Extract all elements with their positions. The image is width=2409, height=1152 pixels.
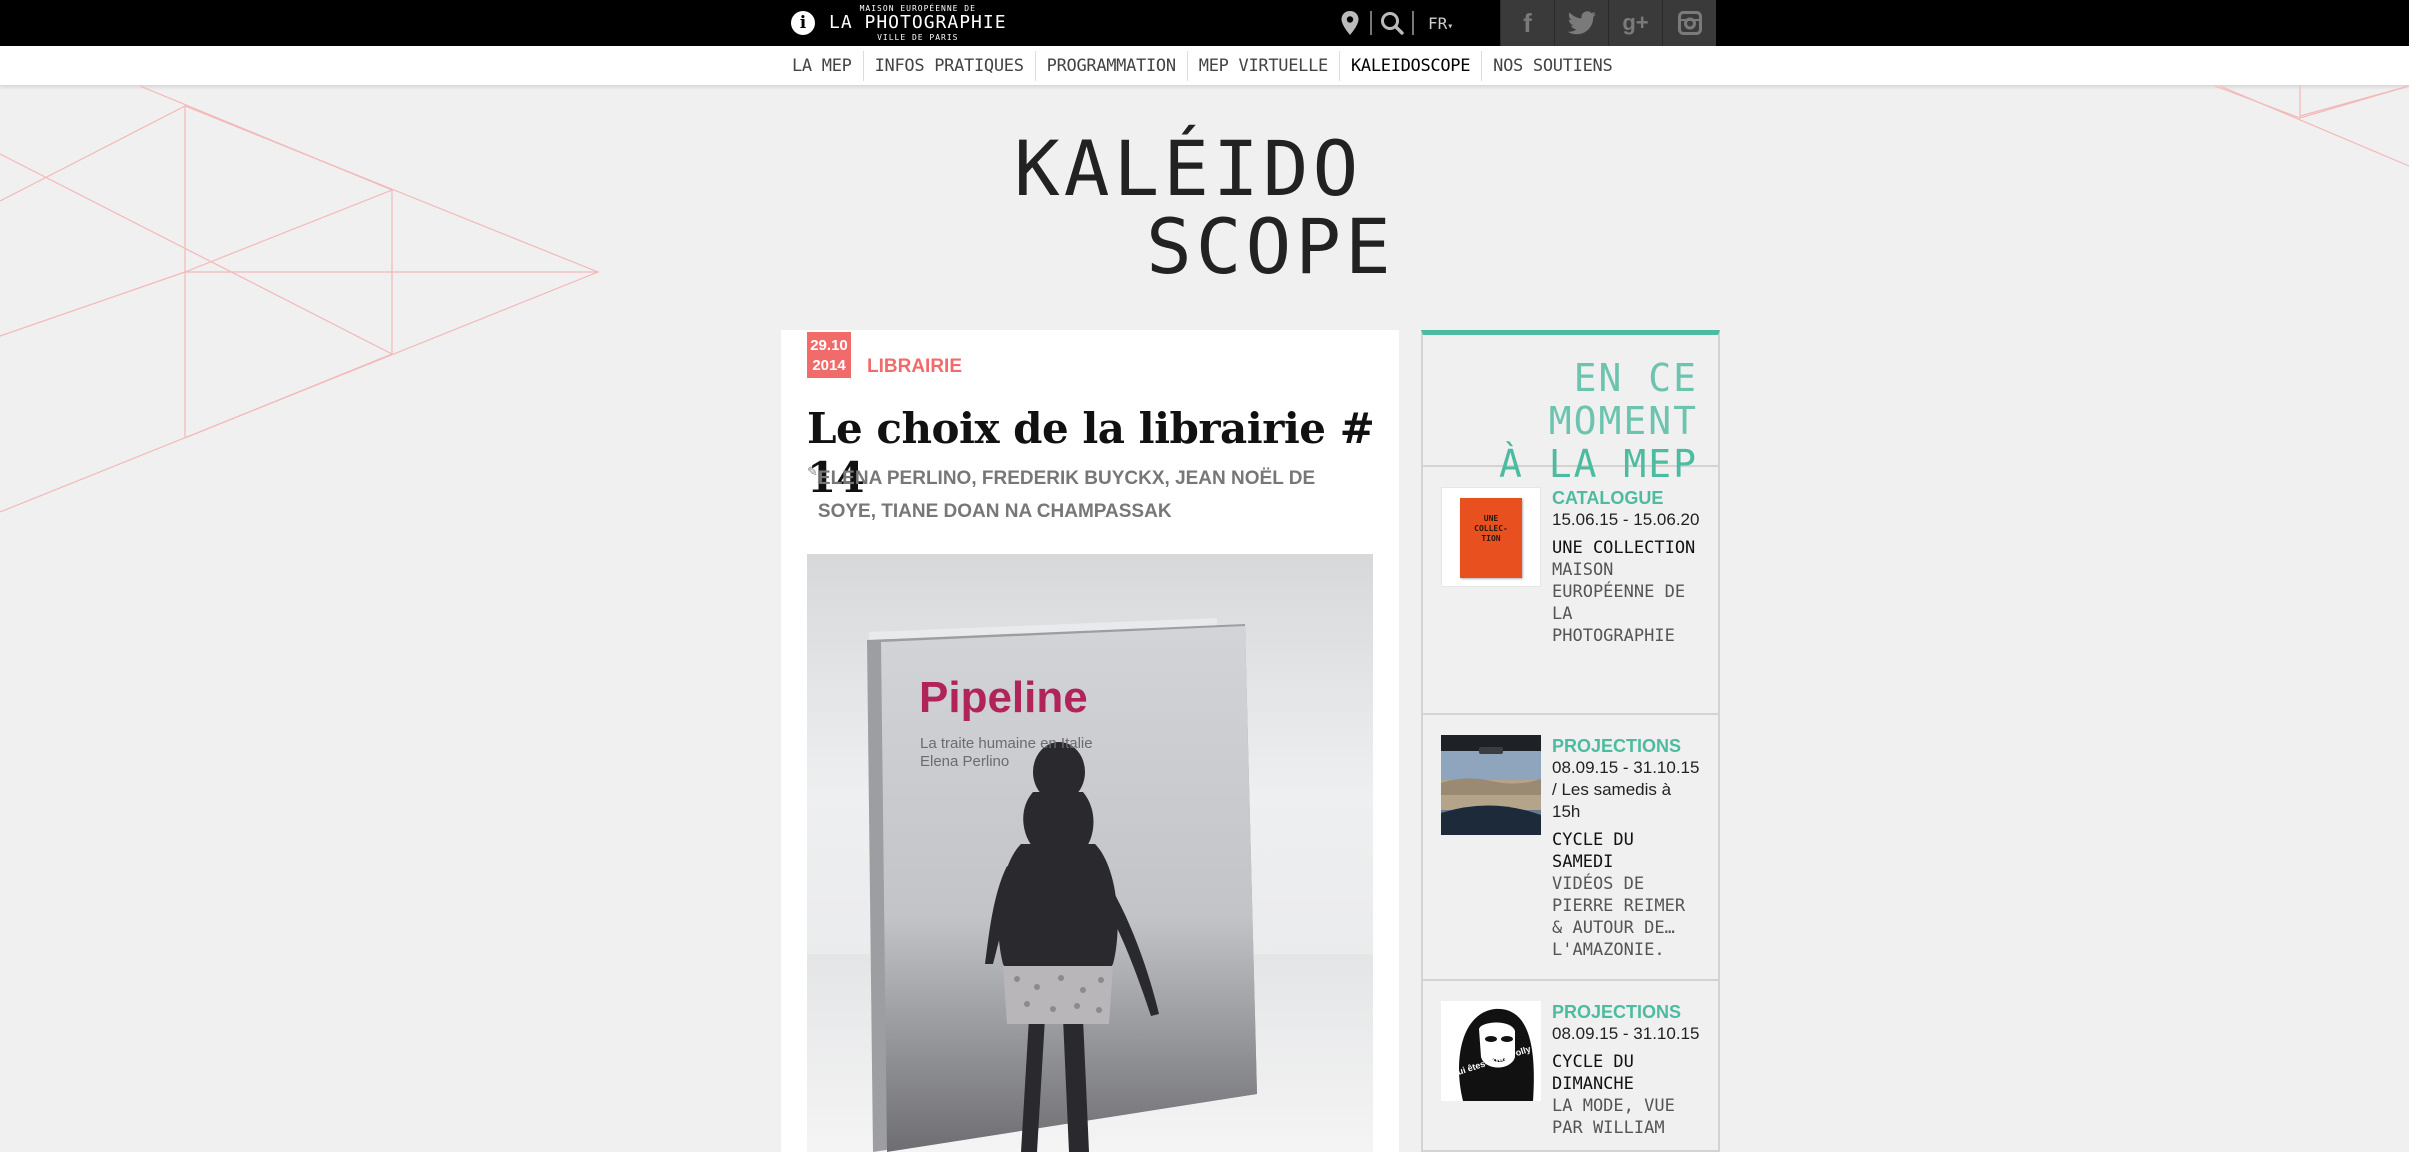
item-title[interactable]: UNE COLLECTION <box>1552 537 1702 559</box>
road-photo <box>1441 735 1541 835</box>
top-bar: i MAISON EUROPÉENNE DE LA PHOTOGRAPHIE V… <box>0 0 2409 46</box>
article-card: 29.10 2014 LIBRAIRIE Le choix de la libr… <box>781 330 1399 1152</box>
page-title-line-1: KALÉIDO <box>1014 124 1363 213</box>
nav-item-programmation[interactable]: PROGRAMMATION <box>1036 51 1188 81</box>
catalogue-cover: UNE COLLEC-TION <box>1460 498 1522 578</box>
date-day-month: 29.10 <box>810 337 848 354</box>
logo-line-3: VILLE DE PARIS <box>877 33 959 42</box>
catalogue-cover-text: UNE COLLEC-TION <box>1474 514 1508 543</box>
item-category[interactable]: CATALOGUE <box>1552 487 1702 509</box>
projection-thumbnail[interactable]: Qui êtes-vous Polly Maggoo ? <box>1441 1001 1541 1101</box>
book-author: Elena Perlino <box>920 753 1009 770</box>
item-category[interactable]: PROJECTIONS <box>1552 735 1702 757</box>
article-authors: ✎ ELENA PERLINO, FREDERIK BUYCKX, JEAN N… <box>807 462 1377 528</box>
item-dates: 08.09.15 - 31.10.15 <box>1552 1024 1700 1043</box>
item-category[interactable]: PROJECTIONS <box>1552 1001 1702 1023</box>
polly-maggoo-poster: Qui êtes-vous Polly Maggoo ? <box>1441 1001 1541 1101</box>
main-nav-bar: LA MEP INFOS PRATIQUES PROGRAMMATION MEP… <box>0 46 2409 86</box>
twitter-icon[interactable] <box>1554 0 1608 46</box>
sidebar-heading: EN CE MOMENT À LA MEP <box>1423 335 1718 486</box>
location-pin-icon[interactable] <box>1330 0 1370 46</box>
sidebar-heading-line-1: EN CE MOMENT <box>1548 356 1698 443</box>
item-title[interactable]: CYCLE DU SAMEDI <box>1552 829 1702 873</box>
item-dates: 15.06.15 - 15.06.20 <box>1552 510 1700 529</box>
nav-item-kaleidoscope[interactable]: KALEIDOSCOPE <box>1340 51 1483 81</box>
item-subtitle: VIDÉOS DE PIERRE REIMER & AUTOUR DE… L'A… <box>1552 874 1686 960</box>
chevron-down-icon: ▾ <box>1447 20 1454 32</box>
search-icon[interactable] <box>1372 0 1412 46</box>
nav-item-infos-pratiques[interactable]: INFOS PRATIQUES <box>864 51 1036 81</box>
sidebar-item[interactable]: PROJECTIONS 08.09.15 - 31.10.15 / Les sa… <box>1423 715 1718 981</box>
main-nav: LA MEP INFOS PRATIQUES PROGRAMMATION MEP… <box>781 46 1623 86</box>
authors-list[interactable]: ELENA PERLINO, FREDERIK BUYCKX, JEAN NOË… <box>818 462 1377 528</box>
item-dates: 08.09.15 - 31.10.15 / Les samedis à 15h <box>1552 758 1700 821</box>
book-title: Pipeline <box>919 673 1088 722</box>
book-illustration: Pipeline La traite humaine en Italie Ele… <box>807 618 1373 1152</box>
item-title[interactable]: CYCLE DU DIMANCHE <box>1552 1051 1702 1095</box>
article-category[interactable]: LIBRAIRIE <box>867 356 962 378</box>
nav-item-mep-virtuelle[interactable]: MEP VIRTUELLE <box>1188 51 1340 81</box>
sidebar-item[interactable]: Qui êtes-vous Polly Maggoo ? PROJECTIONS… <box>1423 981 1718 1152</box>
logo-line-2: LA PHOTOGRAPHIE <box>829 12 1007 33</box>
language-label: FR <box>1428 13 1448 33</box>
article-image[interactable]: Pipeline La traite humaine en Italie Ele… <box>807 554 1373 1152</box>
projection-thumbnail[interactable] <box>1441 735 1541 835</box>
facebook-icon[interactable]: f <box>1500 0 1554 46</box>
nav-item-nos-soutiens[interactable]: NOS SOUTIENS <box>1482 51 1623 81</box>
info-icon[interactable]: i <box>791 11 815 35</box>
nav-item-la-mep[interactable]: LA MEP <box>781 51 864 81</box>
site-logo[interactable]: i MAISON EUROPÉENNE DE LA PHOTOGRAPHIE V… <box>791 4 1007 42</box>
date-year: 2014 <box>812 357 846 374</box>
item-subtitle: LA MODE, VUE PAR WILLIAM <box>1552 1096 1675 1138</box>
catalogue-thumbnail[interactable]: UNE COLLEC-TION <box>1441 487 1541 587</box>
page-title-line-2: SCOPE <box>1146 202 1395 291</box>
sidebar-item[interactable]: UNE COLLEC-TION CATALOGUE 15.06.15 - 15.… <box>1423 467 1718 715</box>
instagram-icon[interactable] <box>1662 0 1716 46</box>
date-badge: 29.10 2014 <box>807 332 851 378</box>
language-selector[interactable]: FR▾ <box>1414 14 1467 33</box>
book-subtitle: La traite humaine en Italie <box>920 735 1093 752</box>
google-plus-icon[interactable]: g+ <box>1608 0 1662 46</box>
sidebar-en-ce-moment: EN CE MOMENT À LA MEP UNE COLLEC-TION CA… <box>1421 330 1720 1152</box>
pencil-icon: ✎ <box>807 464 818 479</box>
item-subtitle: MAISON EUROPÉENNE DE LA PHOTOGRAPHIE <box>1552 560 1686 646</box>
